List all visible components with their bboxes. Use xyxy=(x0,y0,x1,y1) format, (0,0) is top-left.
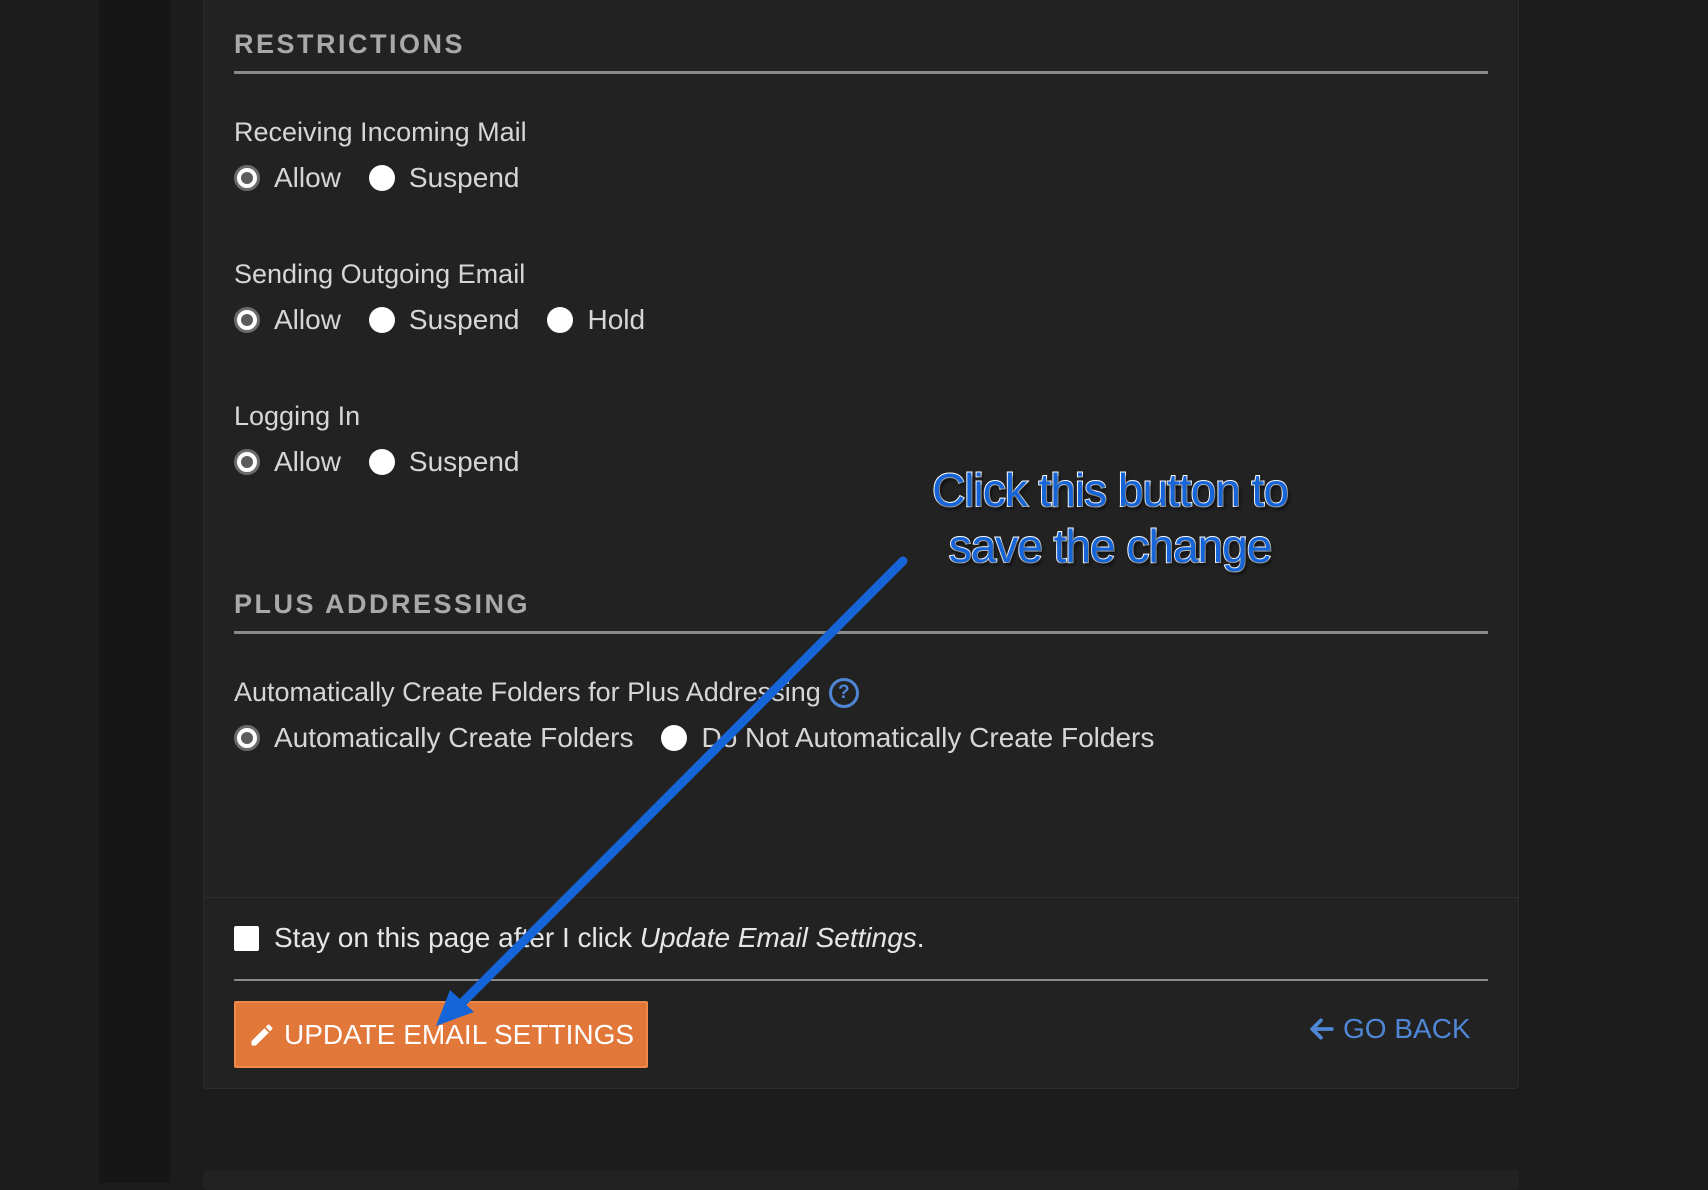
annotation-line-2: save the change xyxy=(948,519,1274,573)
annotation-callout: Click this button to save the change xyxy=(880,462,1340,574)
annotation-line-1: Click this button to xyxy=(931,463,1290,517)
annotation-arrow xyxy=(436,556,908,1026)
